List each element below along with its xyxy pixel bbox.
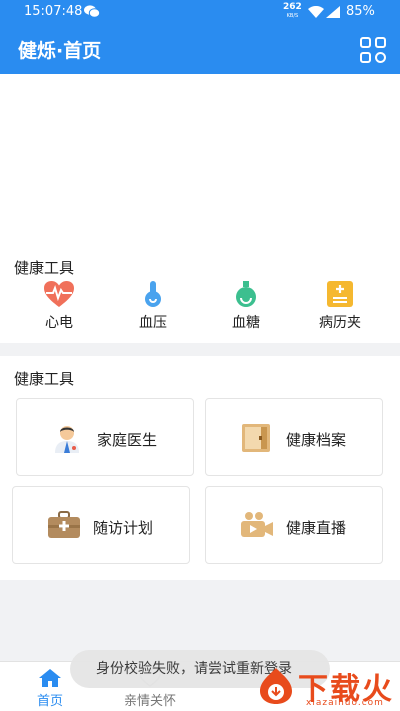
tool-label: 病历夹	[319, 315, 361, 331]
tool-label: 心电	[45, 315, 73, 331]
battery-level: 85%	[346, 4, 375, 19]
health-live-card[interactable]: 健康直播	[205, 486, 383, 564]
status-bar: 15:07:48 262 KB/S 85%	[0, 0, 400, 24]
medical-record-icon	[327, 281, 353, 307]
family-doctor-card[interactable]: 家庭医生	[16, 398, 194, 476]
page-title: 健烁·首页	[18, 40, 102, 62]
home-icon	[39, 669, 61, 687]
app-bar: 健烁·首页	[0, 24, 400, 74]
tool-ecg[interactable]: 心电	[24, 280, 94, 336]
tool-blood-sugar[interactable]: 血糖	[211, 280, 281, 336]
net-speed-unit: KB/S	[286, 13, 299, 19]
banner-area	[0, 74, 400, 250]
tool-label: 血压	[139, 315, 167, 331]
doctor-icon	[55, 426, 79, 453]
wechat-icon	[84, 5, 100, 18]
card-label: 健康直播	[286, 519, 347, 537]
tool-label: 血糖	[232, 315, 260, 331]
card-label: 健康档案	[286, 431, 347, 449]
health-tools-section: 健康工具 心电 血压 血糖 病历夹	[0, 250, 400, 343]
blood-sugar-icon	[236, 281, 256, 307]
signal-icon	[326, 6, 340, 18]
heart-ecg-icon	[44, 281, 74, 307]
watermark: 下载火 xiazaihuo.com	[234, 660, 400, 711]
section-title: 健康工具	[14, 370, 75, 388]
download-logo-icon	[260, 668, 292, 704]
section-title: 健康工具	[14, 259, 75, 277]
card-label: 家庭医生	[97, 431, 158, 449]
qr-scan-icon[interactable]	[360, 37, 386, 63]
wifi-icon	[308, 6, 324, 18]
archive-icon	[242, 424, 270, 452]
status-time: 15:07:48	[24, 4, 83, 19]
tab-label: 首页	[36, 694, 63, 709]
tool-medical-record[interactable]: 病历夹	[305, 280, 375, 336]
video-camera-icon	[241, 512, 273, 537]
net-speed: 262 KB/S	[283, 3, 302, 20]
follow-up-plan-card[interactable]: 随访计划	[12, 486, 190, 564]
health-archive-card[interactable]: 健康档案	[205, 398, 383, 476]
watermark-url: xiazaihuo.com	[306, 698, 384, 708]
net-speed-value: 262	[283, 2, 302, 12]
tool-blood-pressure[interactable]: 血压	[118, 280, 188, 336]
blood-pressure-icon	[145, 281, 161, 307]
tab-label: 亲情关怀	[123, 694, 176, 709]
medkit-icon	[48, 511, 80, 538]
services-section: 健康工具 家庭医生 健康档案 随访计划 健康直播	[0, 356, 400, 580]
card-label: 随访计划	[93, 519, 154, 537]
